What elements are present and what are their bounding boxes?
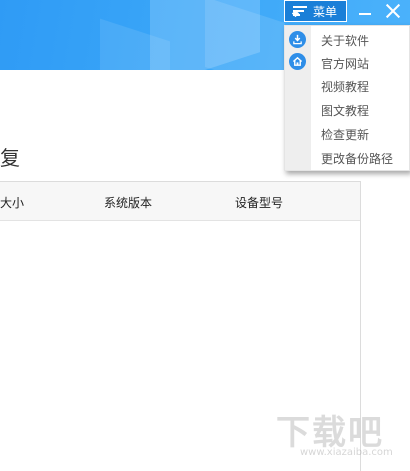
menu-dropdown: 关于软件 官方网站 视频教程 图文教程 检查更新 更改备份路径 (284, 25, 410, 171)
download-icon (289, 31, 306, 48)
table-header: 大小 系统版本 设备型号 (0, 182, 360, 221)
close-button[interactable] (380, 0, 406, 22)
column-header-device-model: 设备型号 (235, 196, 284, 210)
menu-item-change-backup-path[interactable]: 更改备份路径 (321, 150, 393, 167)
column-header-size: 大小 (0, 196, 25, 210)
watermark-logo: 下载吧 www.xiazaiba.com (272, 405, 410, 461)
close-icon (385, 3, 401, 19)
menu-button[interactable]: 菜单 (284, 0, 347, 22)
minimize-button[interactable] (352, 0, 378, 22)
header-decoration (205, 0, 285, 70)
column-header-system-version: 系统版本 (104, 196, 153, 210)
menu-item-check-update[interactable]: 检查更新 (321, 126, 369, 143)
home-icon (289, 53, 306, 70)
menu-item-about[interactable]: 关于软件 (321, 32, 369, 49)
menu-button-label: 菜单 (313, 4, 338, 19)
page-title: 复 (0, 146, 21, 170)
menu-item-official-site[interactable]: 官方网站 (321, 55, 369, 72)
menu-item-video-tutorial[interactable]: 视频教程 (321, 78, 369, 95)
menu-icon (291, 5, 307, 18)
minimize-icon (359, 13, 371, 15)
watermark-url: www.xiazaiba.com (300, 447, 393, 458)
menu-item-graphic-tutorial[interactable]: 图文教程 (321, 102, 369, 119)
